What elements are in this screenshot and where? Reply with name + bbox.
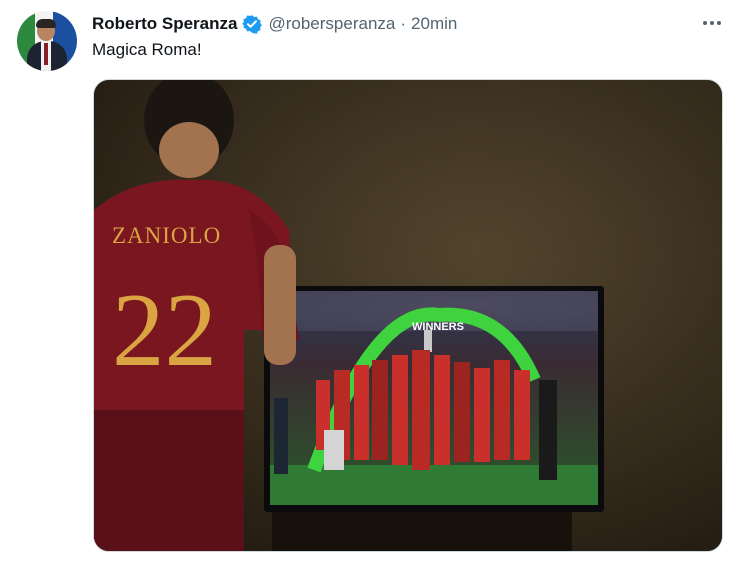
avatar[interactable] <box>17 11 77 71</box>
tv-banner-text: WINNERS <box>412 321 464 333</box>
author-name[interactable]: Roberto Speranza <box>92 14 237 34</box>
more-options-icon[interactable] <box>697 11 727 35</box>
verified-badge-icon <box>242 14 263 34</box>
jersey-name: ZANIOLO <box>112 223 221 248</box>
tweet-timestamp[interactable]: 20min <box>411 14 457 34</box>
separator-dot: · <box>400 14 407 33</box>
tweet-text: Magica Roma! <box>92 40 202 59</box>
author-handle[interactable]: @robersperanza <box>268 14 395 34</box>
tweet-header: Roberto Speranza @robersperanza · 20min <box>92 12 457 36</box>
tv-trophy <box>424 330 432 352</box>
avatar-tie <box>44 43 48 65</box>
photo-scene: WINNERS ZANIOLO 22 <box>94 80 722 551</box>
avatar-hair <box>36 19 56 28</box>
jersey-number: 22 <box>112 271 217 388</box>
tweet-photo[interactable]: WINNERS ZANIOLO 22 <box>93 79 723 552</box>
